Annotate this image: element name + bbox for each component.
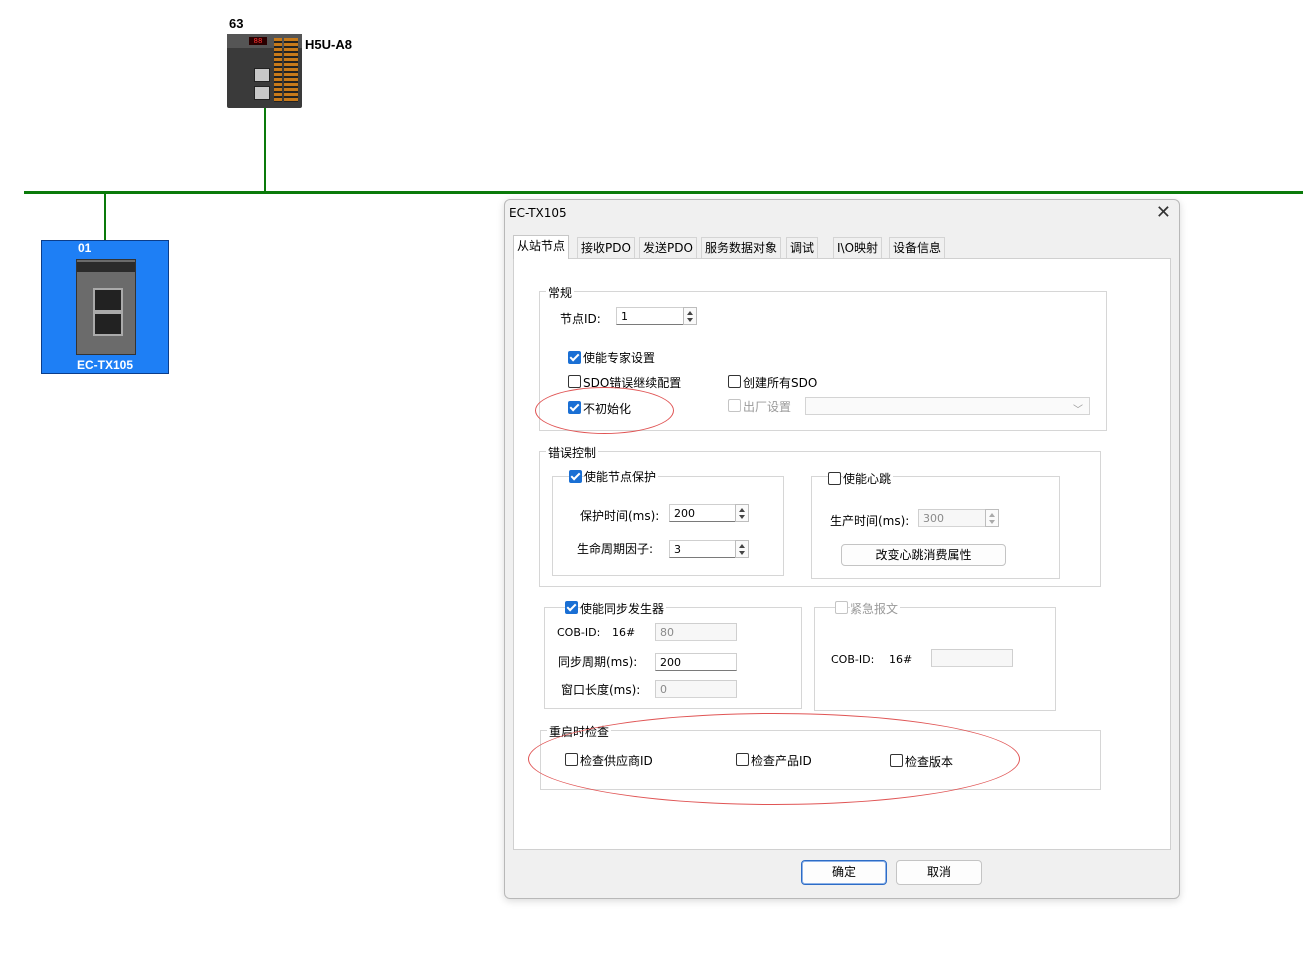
emergency-cob-id-input[interactable] — [931, 649, 1013, 667]
heartbeat-label: 使能心跳 — [843, 470, 894, 487]
slave-name: EC-TX105 — [76, 358, 134, 372]
sync-checkbox[interactable] — [565, 601, 578, 614]
slave-address: 01 — [78, 241, 92, 255]
factory-settings-select[interactable]: ﹀ — [805, 397, 1090, 416]
plc-port-1 — [254, 68, 270, 82]
tab-sdo[interactable]: 服务数据对象 — [701, 237, 782, 258]
life-factor-label: 生命周期因子: — [577, 542, 654, 556]
producer-time-input[interactable]: 300 — [918, 509, 986, 527]
factory-settings-checkbox[interactable] — [728, 399, 741, 412]
plc-device-image[interactable]: 88 — [227, 34, 302, 108]
heartbeat-checkbox[interactable] — [828, 472, 841, 485]
sync-period-label: 同步周期(ms): — [558, 655, 638, 669]
guard-time-input[interactable]: 200 — [669, 504, 736, 522]
master-drop-line — [264, 108, 266, 192]
life-factor-spinner[interactable] — [735, 540, 749, 558]
tab-device-info[interactable]: 设备信息 — [889, 237, 946, 258]
general-group-label: 常规 — [546, 284, 575, 301]
check-vendor-label: 检查供应商ID — [580, 754, 653, 768]
node-id-label: 节点ID: — [560, 312, 601, 326]
slave-device-image — [76, 259, 136, 355]
enable-expert-label: 使能专家设置 — [583, 351, 656, 365]
ethercat-bus-line — [24, 191, 1303, 194]
emergency-label: 紧急报文 — [850, 600, 901, 617]
node-guard-label: 使能节点保护 — [584, 468, 659, 485]
error-control-label: 错误控制 — [546, 444, 599, 461]
change-heartbeat-button[interactable]: 改变心跳消费属性 — [841, 544, 1006, 566]
dialog-title: EC-TX105 — [509, 206, 567, 220]
sync-label: 使能同步发生器 — [580, 600, 667, 617]
no-init-label: 不初始化 — [583, 402, 632, 416]
emergency-cob-id-label: COB-ID: — [831, 653, 875, 666]
cancel-button[interactable]: 取消 — [896, 860, 982, 885]
sdo-error-continue-checkbox[interactable] — [568, 375, 581, 388]
node-guard-checkbox[interactable] — [569, 470, 582, 483]
restart-check-label: 重启时检查 — [547, 723, 612, 740]
tab-debug[interactable]: 调试 — [786, 237, 819, 258]
plc-display: 88 — [249, 37, 267, 45]
sync-window-label: 窗口长度(ms): — [561, 683, 641, 697]
check-product-checkbox[interactable] — [736, 753, 749, 766]
sync-window-input[interactable]: 0 — [655, 680, 737, 698]
tab-slave-node[interactable]: 从站节点 — [513, 235, 570, 259]
life-factor-input[interactable]: 3 — [669, 540, 736, 558]
node-id-spinner[interactable] — [683, 307, 697, 325]
sync-hex-prefix: 16# — [612, 626, 636, 639]
tab-io-mapping[interactable]: I\O映射 — [833, 237, 883, 258]
emergency-hex-prefix: 16# — [889, 653, 913, 666]
producer-time-label: 生产时间(ms): — [830, 514, 910, 528]
create-all-sdo-label: 创建所有SDO — [743, 376, 818, 390]
sync-period-input[interactable]: 200 — [655, 653, 737, 671]
plc-port-2 — [254, 86, 270, 100]
tab-send-pdo[interactable]: 发送PDO — [639, 237, 697, 258]
tab-panel: 常规 节点ID: 1 使能专家设置 SDO错误继续配置 创建所有SDO 不初始化… — [513, 258, 1171, 850]
check-version-checkbox[interactable] — [890, 754, 903, 767]
create-all-sdo-checkbox[interactable] — [728, 375, 741, 388]
sync-cob-id-input[interactable]: 80 — [655, 623, 737, 641]
node-guard-group — [552, 476, 784, 576]
no-init-checkbox[interactable] — [568, 401, 581, 414]
slave-config-dialog: EC-TX105 ✕ 从站节点 接收PDO 发送PDO 服务数据对象 调试 I\… — [504, 199, 1180, 899]
producer-time-spinner[interactable] — [985, 509, 999, 527]
sync-cob-id-label: COB-ID: — [557, 626, 601, 639]
tab-receive-pdo[interactable]: 接收PDO — [577, 237, 635, 258]
slave-node[interactable]: 01 EC-TX105 — [41, 240, 169, 374]
check-vendor-checkbox[interactable] — [565, 753, 578, 766]
ok-button[interactable]: 确定 — [801, 860, 887, 885]
guard-time-label: 保护时间(ms): — [580, 509, 660, 523]
enable-expert-checkbox[interactable] — [568, 351, 581, 364]
chevron-down-icon: ﹀ — [1073, 405, 1083, 416]
check-product-label: 检查产品ID — [751, 754, 812, 768]
guard-time-spinner[interactable] — [735, 504, 749, 522]
factory-settings-label: 出厂设置 — [743, 400, 792, 414]
close-icon[interactable]: ✕ — [1156, 202, 1171, 223]
node-id-input[interactable]: 1 — [616, 307, 684, 325]
slave-drop-line — [104, 193, 106, 241]
master-address: 63 — [229, 16, 244, 31]
emergency-checkbox[interactable] — [835, 601, 848, 614]
master-model-label: H5U-A8 — [305, 37, 352, 52]
check-version-label: 检查版本 — [905, 755, 954, 769]
sdo-error-continue-label: SDO错误继续配置 — [583, 376, 682, 390]
